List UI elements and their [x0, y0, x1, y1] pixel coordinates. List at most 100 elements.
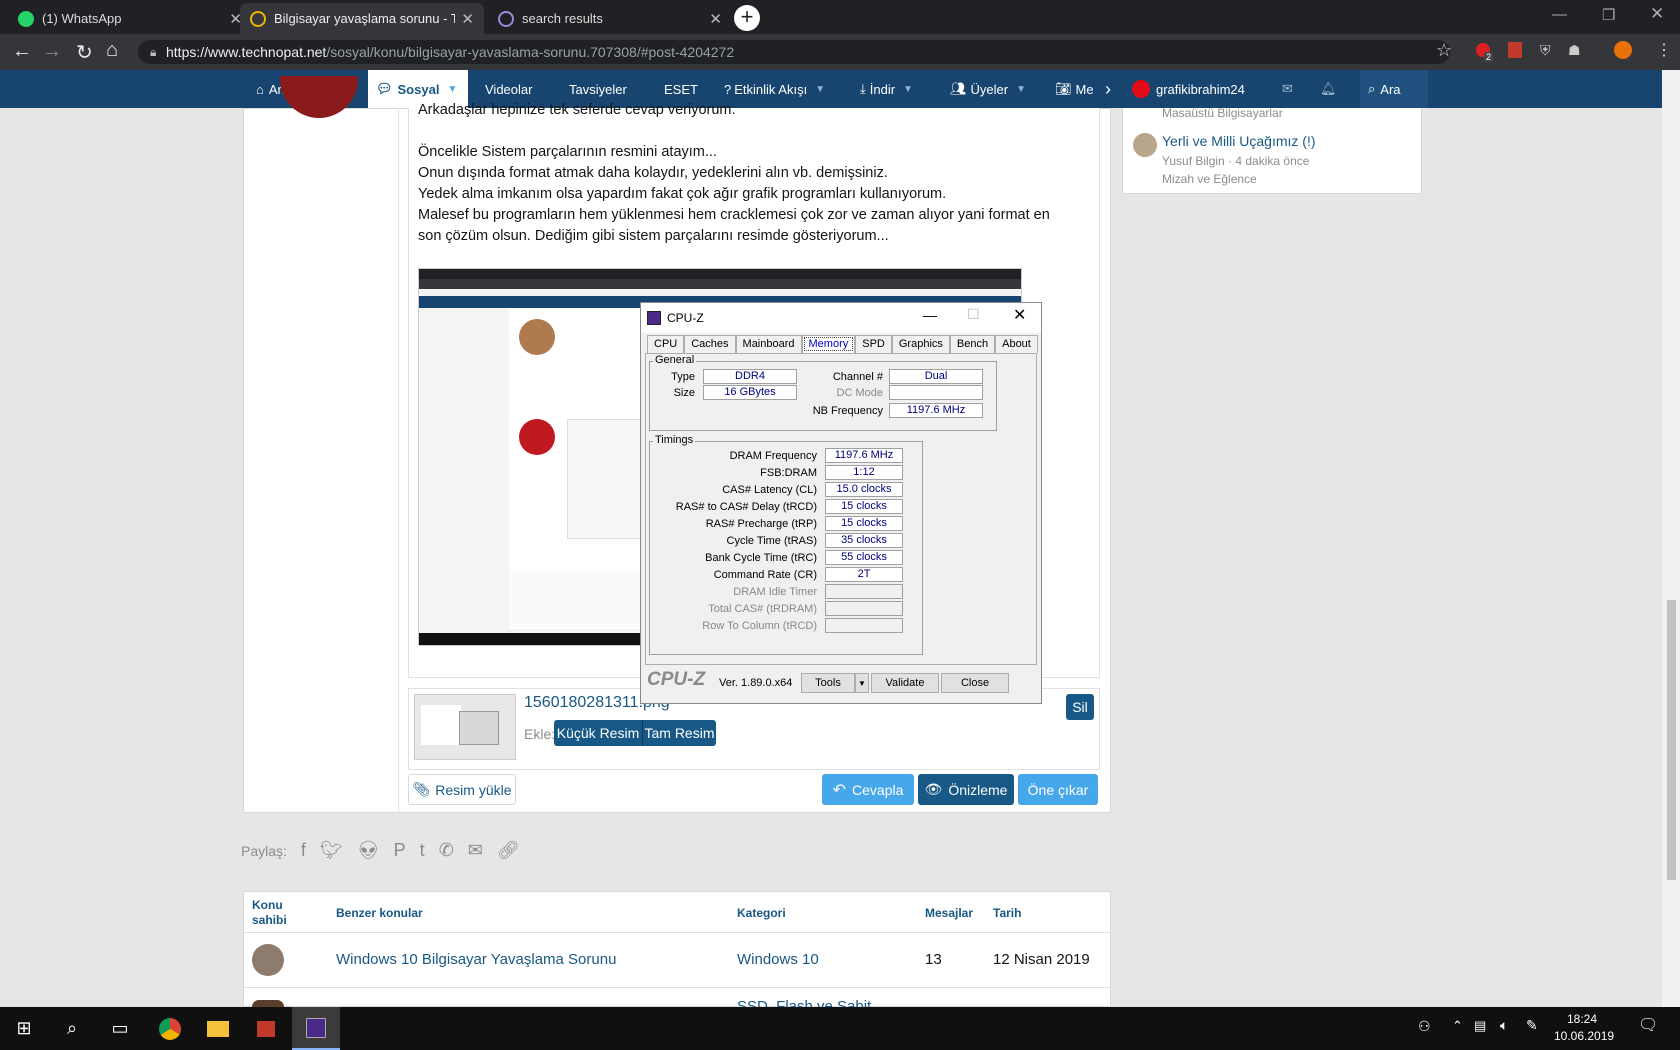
- close-icon[interactable]: ✕: [709, 10, 722, 28]
- type-value: DDR4: [703, 369, 797, 384]
- windows-start-icon[interactable]: ⊞: [0, 1007, 48, 1050]
- sidebar-item-title[interactable]: Yerli ve Milli Uçağımız (!): [1162, 133, 1316, 149]
- insert-thumbnail-button[interactable]: Küçük Resim: [554, 720, 642, 746]
- link-icon[interactable]: 🔗︎: [497, 840, 520, 861]
- nav-user[interactable]: grafikibrahim24: [1132, 70, 1245, 108]
- facebook-icon[interactable]: f: [301, 840, 306, 861]
- reply-label: Cevapla: [852, 781, 904, 798]
- forward-icon[interactable]: →: [42, 40, 62, 63]
- attachment-thumbnail[interactable]: [414, 694, 516, 760]
- star-icon[interactable]: ☆: [1436, 40, 1452, 61]
- delete-attachment-button[interactable]: Sil: [1066, 694, 1094, 720]
- validate-button[interactable]: Validate: [871, 673, 939, 693]
- file-explorer-icon[interactable]: [194, 1007, 242, 1050]
- post-body: Arkadaşlar hepinize tek seferde cevap ve…: [418, 100, 1078, 247]
- timing-value: [825, 601, 903, 616]
- tab-bench[interactable]: Bench: [949, 335, 996, 353]
- camera-icon: 📷︎: [1055, 81, 1072, 96]
- tab-graphics[interactable]: Graphics: [891, 335, 950, 353]
- task-view-icon[interactable]: ▭: [96, 1007, 144, 1050]
- back-icon[interactable]: ←: [12, 40, 32, 63]
- tab-caches[interactable]: Caches: [684, 335, 736, 353]
- cpuz-taskbar-icon[interactable]: [292, 1007, 340, 1050]
- scrollbar-thumb[interactable]: [1667, 600, 1676, 880]
- nav-scroll-right[interactable]: ›: [1105, 70, 1111, 108]
- shield-icon[interactable]: ⛨: [1540, 42, 1551, 59]
- profile-avatar[interactable]: [1614, 41, 1632, 59]
- timing-value: 1:12: [825, 465, 903, 480]
- pdf-icon[interactable]: [1508, 42, 1522, 58]
- window-close-button[interactable]: ✕: [1650, 4, 1664, 24]
- nbfreq-value: 1197.6 MHz: [889, 403, 983, 418]
- power-icon: [250, 10, 266, 27]
- clock-time[interactable]: 18:24: [1554, 1012, 1610, 1026]
- tools-dropdown-icon[interactable]: ▼: [855, 673, 869, 693]
- notification-icon[interactable]: 🗨︎: [1638, 1015, 1658, 1035]
- mail-icon[interactable]: ✉: [1282, 70, 1293, 108]
- nav-label: Me: [1075, 81, 1094, 97]
- tools-button[interactable]: Tools: [801, 673, 855, 693]
- download-icon: ⤓: [860, 81, 866, 96]
- minimize-button[interactable]: —: [1552, 6, 1567, 23]
- reddit-icon[interactable]: 👽︎: [357, 840, 380, 861]
- reload-icon[interactable]: ↻: [76, 40, 93, 65]
- table-row-category[interactable]: Windows 10: [737, 951, 819, 968]
- home-icon: ⌂: [256, 81, 264, 97]
- pen-icon[interactable]: ✎: [1526, 1017, 1538, 1034]
- upload-image-button[interactable]: 📎︎ Resim yükle: [408, 774, 516, 805]
- close-button[interactable]: ✕: [1013, 305, 1026, 325]
- cpuz-close-button[interactable]: Close: [941, 673, 1009, 693]
- tab-search-results[interactable]: search results ✕: [488, 3, 732, 34]
- tray-chevron-icon[interactable]: ⌃: [1452, 1018, 1463, 1034]
- new-tab-button[interactable]: +: [734, 5, 760, 31]
- timing-value: 35 clocks: [825, 533, 903, 548]
- media-app-icon[interactable]: [242, 1007, 290, 1050]
- chevron-down-icon: ▼: [903, 83, 913, 95]
- volume-icon[interactable]: 🔈︎: [1500, 1017, 1508, 1034]
- clock-date[interactable]: 10.06.2019: [1554, 1029, 1614, 1043]
- hat-icon[interactable]: ☗: [1568, 42, 1581, 59]
- tab-technopat[interactable]: Bilgisayar yavaşlama sorunu - Te ✕: [240, 3, 484, 34]
- close-icon[interactable]: ✕: [461, 10, 474, 28]
- nav-search[interactable]: ⌕ Ara: [1360, 70, 1428, 108]
- timing-value: [825, 618, 903, 633]
- question-icon: ?: [724, 81, 732, 97]
- maximize-button[interactable]: ☐: [967, 306, 980, 323]
- table-row-category[interactable]: SSD, Flash ve Sabit: [737, 999, 871, 1007]
- whatsapp-icon[interactable]: ✆: [439, 840, 454, 861]
- dcmode-value: [889, 385, 983, 400]
- menu-icon[interactable]: ⋮: [1656, 40, 1672, 60]
- reply-button[interactable]: ↶ Cevapla: [822, 774, 914, 805]
- home-icon[interactable]: ⌂: [106, 39, 118, 62]
- sidebar-category[interactable]: Masaüstü Bilgisayarlar: [1162, 106, 1283, 120]
- sidebar-item-meta: Yusuf Bilgin · 4 dakika önce: [1162, 154, 1310, 168]
- bell-icon[interactable]: 🔔︎: [1320, 70, 1337, 108]
- tab-memory[interactable]: Memory: [801, 335, 856, 353]
- restore-button[interactable]: ❐: [1602, 6, 1615, 24]
- feature-button[interactable]: Öne çıkar: [1018, 774, 1098, 805]
- network-icon[interactable]: ▤: [1474, 1018, 1486, 1034]
- tab-spd[interactable]: SPD: [855, 335, 892, 353]
- preview-button[interactable]: 👁︎ Önizleme: [918, 774, 1014, 805]
- search-icon[interactable]: ⌕: [48, 1007, 96, 1050]
- minimize-button[interactable]: —: [923, 307, 937, 323]
- table-row-topic[interactable]: Windows 10 Bilgisayar Yavaşlama Sorunu: [336, 951, 616, 968]
- share-bar: Paylaş: f 🐦︎ 👽︎ P t ✆ ✉ 🔗︎: [241, 840, 520, 861]
- tab-mainboard[interactable]: Mainboard: [735, 335, 802, 353]
- search-label: Ara: [1380, 81, 1401, 97]
- tab-whatsapp[interactable]: (1) WhatsApp ✕: [8, 3, 252, 34]
- sidebar-item-category[interactable]: Mizah ve Eğlence: [1162, 172, 1257, 186]
- twitter-icon[interactable]: 🐦︎: [320, 840, 343, 861]
- insert-full-image-button[interactable]: Tam Resim: [642, 720, 716, 746]
- address-bar[interactable]: 🔒︎ https://www.technopat.net/sosyal/konu…: [138, 40, 1450, 64]
- people-icon[interactable]: ⚇: [1418, 1018, 1431, 1035]
- tab-about[interactable]: About: [995, 335, 1038, 353]
- tumblr-icon[interactable]: t: [420, 840, 425, 861]
- col-header-category: Kategori: [737, 906, 786, 920]
- chrome-icon[interactable]: [146, 1007, 194, 1050]
- cpuz-titlebar[interactable]: CPU-Z — ☐ ✕: [641, 303, 1041, 333]
- pinterest-icon[interactable]: P: [394, 840, 406, 861]
- timing-value: 15 clocks: [825, 516, 903, 531]
- tab-cpu[interactable]: CPU: [647, 335, 685, 353]
- email-icon[interactable]: ✉: [468, 840, 483, 861]
